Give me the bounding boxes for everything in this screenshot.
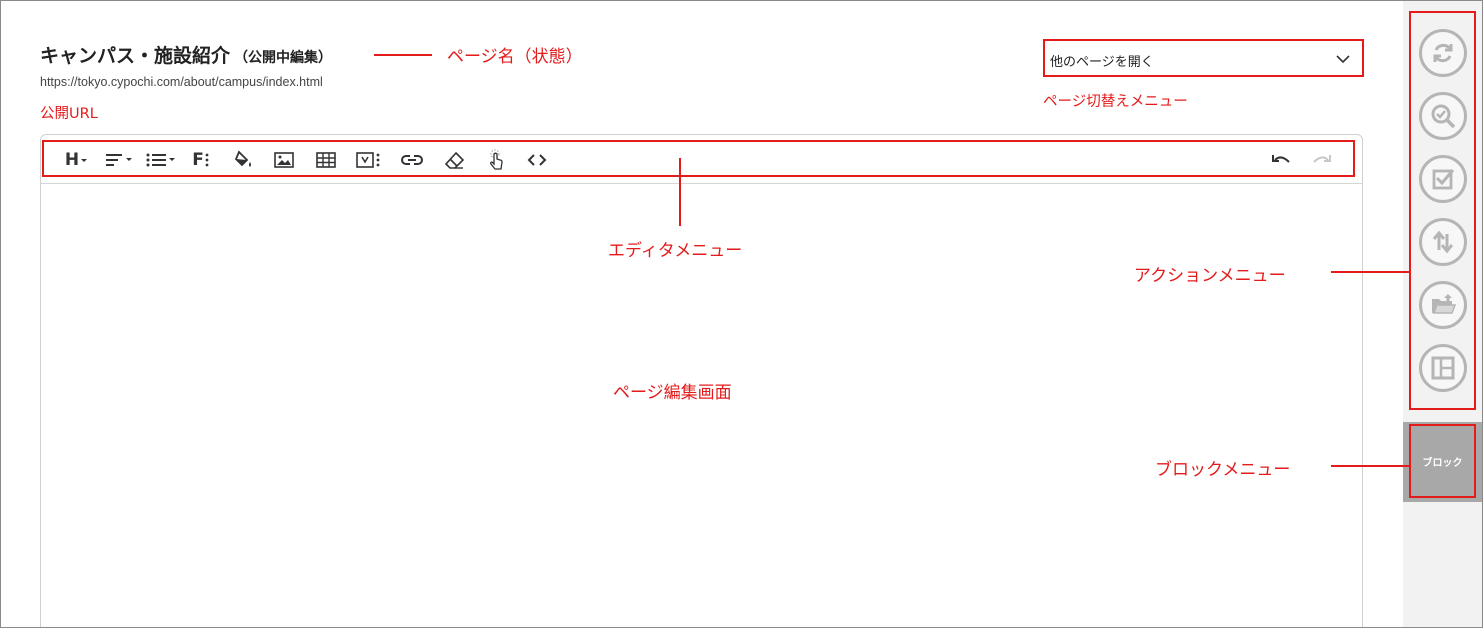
annotation-editor-menu: エディタメニュー xyxy=(608,241,743,261)
list-button[interactable] xyxy=(144,149,178,171)
align-button[interactable] xyxy=(102,149,136,171)
chevron-down-icon xyxy=(1336,55,1350,64)
refresh-button[interactable] xyxy=(1419,29,1467,77)
check-button[interactable] xyxy=(1419,155,1467,203)
page-switch-select[interactable]: 他のページを開く xyxy=(1043,39,1364,77)
undo-button[interactable] xyxy=(1269,149,1293,171)
page-url[interactable]: https://tokyo.cypochi.com/about/campus/i… xyxy=(40,75,323,89)
font-icon: F xyxy=(192,150,204,170)
undo-icon xyxy=(1272,155,1290,163)
image-icon xyxy=(274,152,294,168)
page-title: キャンパス・施設紹介 （公開中編集） xyxy=(40,41,332,68)
redo-icon xyxy=(1313,155,1331,163)
refresh-icon xyxy=(1433,43,1453,63)
align-icon xyxy=(106,154,132,166)
code-icon xyxy=(527,154,547,166)
block-menu-pointer xyxy=(1331,465,1409,467)
sort-button[interactable] xyxy=(1419,218,1467,266)
check-icon xyxy=(1432,169,1455,190)
annotation-action-menu: アクションメニュー xyxy=(1134,266,1286,286)
list-icon xyxy=(146,153,175,167)
preview-icon xyxy=(1431,104,1456,129)
code-button[interactable] xyxy=(525,149,549,171)
image-button[interactable] xyxy=(272,149,296,171)
link-button[interactable] xyxy=(400,149,424,171)
media-button[interactable] xyxy=(354,149,384,171)
redo-button[interactable] xyxy=(1310,149,1334,171)
table-icon xyxy=(316,152,336,168)
more-vert-icon xyxy=(205,153,209,167)
annotation-page-switch-menu: ページ切替えメニュー xyxy=(1043,94,1188,110)
folder-upload-icon xyxy=(1432,294,1457,314)
layout-icon xyxy=(1431,356,1455,380)
block-menu-label: ブロック xyxy=(1422,457,1463,469)
sort-icon xyxy=(1432,230,1454,254)
layout-button[interactable] xyxy=(1419,344,1467,392)
table-button[interactable] xyxy=(314,149,338,171)
page-name-pointer xyxy=(374,54,432,56)
media-icon xyxy=(356,152,380,168)
folder-upload-button[interactable] xyxy=(1419,281,1467,329)
annotation-edit-area: ページ編集画面 xyxy=(613,383,732,403)
page-title-text: キャンパス・施設紹介 xyxy=(40,45,231,67)
pointer-icon xyxy=(490,149,503,170)
link-icon xyxy=(401,155,423,165)
font-button[interactable]: F xyxy=(189,149,213,171)
block-menu-button[interactable]: ブロック xyxy=(1409,424,1476,498)
editor-toolbar: H F xyxy=(42,140,1355,177)
fill-color-button[interactable] xyxy=(231,149,255,171)
preview-button[interactable] xyxy=(1419,92,1467,140)
page-switch-value: 他のページを開く xyxy=(1050,55,1154,70)
pointer-button[interactable] xyxy=(484,149,508,171)
action-menu-pointer xyxy=(1331,271,1409,273)
page-status: （公開中編集） xyxy=(234,50,333,66)
caret-down-icon xyxy=(81,159,88,162)
editor-menu-pointer xyxy=(679,158,681,226)
annotation-page-name: ページ名（状態） xyxy=(447,47,583,67)
annotation-public-url: 公開URL xyxy=(40,106,98,122)
heading-button[interactable]: H xyxy=(60,149,94,171)
eraser-icon xyxy=(444,151,465,169)
editor-divider xyxy=(41,183,1362,184)
fill-color-icon xyxy=(234,150,251,167)
annotation-block-menu: ブロックメニュー xyxy=(1155,460,1291,480)
heading-icon: H xyxy=(64,150,80,170)
eraser-button[interactable] xyxy=(442,149,466,171)
